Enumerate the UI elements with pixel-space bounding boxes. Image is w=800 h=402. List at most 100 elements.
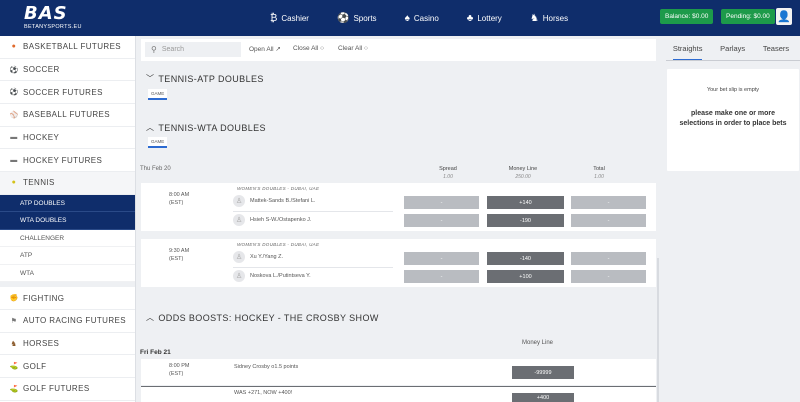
section-title: TENNIS-WTA DOUBLES xyxy=(158,122,266,133)
sidebar-item-hockey[interactable]: ▬ HOCKEY xyxy=(0,127,135,150)
open-all-icon: ↗ xyxy=(275,46,281,53)
spread-odds-button[interactable]: - xyxy=(404,252,479,265)
column-total-sub: 1.00 xyxy=(594,174,604,180)
tab-game[interactable]: GAME xyxy=(148,137,168,148)
horse-icon: ♞ xyxy=(529,12,539,24)
sidebar-item-baseball-futures[interactable]: ⚾ BASEBALL FUTURES xyxy=(0,104,135,127)
column-money-line: Money Line 250.00 xyxy=(493,166,553,180)
sidebar-item-golf-futures[interactable]: ⛳ GOLF FUTURES xyxy=(0,378,135,401)
open-all-label: Open All xyxy=(249,46,274,53)
player-icon: ♙ xyxy=(233,214,245,226)
close-all-link[interactable]: Close All ○ xyxy=(293,45,324,52)
sidebar-item-fighting[interactable]: ✊ FIGHTING xyxy=(0,287,135,310)
open-all-link[interactable]: Open All ↗ xyxy=(249,45,281,53)
sidebar-item-label: AUTO RACING FUTURES xyxy=(23,316,127,326)
sidebar-sub-wta-doubles[interactable]: WTA DOUBLES xyxy=(0,212,135,230)
logo-mark: BAS xyxy=(24,3,68,24)
total-odds-button[interactable]: - xyxy=(571,270,646,283)
section-header-atp-doubles[interactable]: ﹀ TENNIS-ATP DOUBLES xyxy=(146,73,264,84)
event-time-value: 8:00 AM xyxy=(169,192,190,198)
sidebar-item-basketball-futures[interactable]: ● BASKETBALL FUTURES xyxy=(0,36,135,59)
search-input[interactable]: ⚲ Search xyxy=(145,42,241,57)
moneyline-odds-button[interactable]: -190 xyxy=(487,214,564,227)
sidebar-item-label: GOLF FUTURES xyxy=(23,384,90,394)
nav-casino[interactable]: ♠ Casino xyxy=(391,0,453,36)
clear-all-label: Clear All xyxy=(338,45,363,52)
sidebar-item-horses[interactable]: ♞ HORSES xyxy=(0,333,135,356)
sidebar-sub-wta[interactable]: WTA xyxy=(0,265,135,283)
sidebar-sub-atp[interactable]: ATP xyxy=(0,247,135,265)
column-total: Total 1.00 xyxy=(569,166,629,180)
team-1: ♙ Mattek-Sands B./Stefani L. xyxy=(233,195,315,207)
team-2: ♙ Hsieh S-W./Ostapenko J. xyxy=(233,214,311,226)
total-odds-button[interactable]: - xyxy=(571,196,646,209)
tab-straights[interactable]: Straights xyxy=(672,44,703,60)
team-1: ♙ Xu Y./Yang Z. xyxy=(233,251,283,263)
close-all-label: Close All xyxy=(293,45,319,52)
prop-description: Sidney Crosby o1.5 points xyxy=(234,364,299,370)
logo[interactable]: BAS BETANYSPORTS.EU xyxy=(24,4,92,32)
nav-label: Sports xyxy=(353,13,377,23)
sidebar-item-hockey-futures[interactable]: ▬ HOCKEY FUTURES xyxy=(0,149,135,173)
team-2: ♙ Noskova L./Putintseva Y. xyxy=(233,270,311,282)
ball-icon: ⚽ xyxy=(336,12,350,24)
sidebar-item-soccer[interactable]: ⚽ SOCCER xyxy=(0,59,135,82)
clear-all-link[interactable]: Clear All ○ xyxy=(338,45,368,52)
chevron-down-icon: ﹀ xyxy=(146,74,155,83)
sidebar-item-soccer-futures[interactable]: ⚽ SOCCER FUTURES xyxy=(0,81,135,105)
team-2-name: Hsieh S-W./Ostapenko J. xyxy=(250,217,312,223)
nav-sports[interactable]: ⚽ Sports xyxy=(323,0,391,36)
prop-row: 8:00 PM (EST) Sidney Crosby o1.5 points -… xyxy=(141,359,656,385)
moneyline-odds-button[interactable]: -140 xyxy=(487,252,564,265)
sidebar-item-label: TENNIS xyxy=(23,178,55,188)
search-icon: ⚲ xyxy=(151,45,157,54)
sports-sidebar: ● BASKETBALL FUTURES ⚽ SOCCER ⚽ SOCCER FUTU… xyxy=(0,36,136,402)
fighting-icon: ✊ xyxy=(9,295,19,303)
total-odds-button[interactable]: - xyxy=(571,252,646,265)
spread-odds-button[interactable]: - xyxy=(404,214,479,227)
tab-teasers[interactable]: Teasers xyxy=(763,44,789,60)
sidebar-item-label: HOCKEY xyxy=(23,133,60,143)
spread-odds-button[interactable]: - xyxy=(404,196,479,209)
bet-slip-tabs: Straights Parlays Teasers xyxy=(662,44,800,60)
event-time: 8:00 PM (EST) xyxy=(169,362,189,378)
moneyline-odds-button[interactable]: +100 xyxy=(487,270,564,283)
team-1-name: Xu Y./Yang Z. xyxy=(250,254,284,260)
moneyline-odds-button[interactable]: +140 xyxy=(487,196,564,209)
nav-lottery[interactable]: ♣ Lottery xyxy=(453,0,516,36)
total-odds-button[interactable]: - xyxy=(571,214,646,227)
soccer-icon: ⚽ xyxy=(9,66,19,74)
sidebar-item-label: BASEBALL FUTURES xyxy=(23,110,111,120)
nav-horses[interactable]: ♞ Horses xyxy=(516,0,582,36)
bet-slip: Straights Parlays Teasers Your bet slip … xyxy=(662,36,800,402)
sidebar-item-label: BASKETBALL FUTURES xyxy=(23,42,122,52)
tab-game[interactable]: GAME xyxy=(148,89,168,100)
bet-slip-panel: Your bet slip is empty please make one o… xyxy=(667,69,799,171)
column-money-sub: 250.00 xyxy=(515,174,531,180)
event-timezone: (EST) xyxy=(169,256,184,262)
sidebar-item-auto-racing-futures[interactable]: ⚑ AUTO RACING FUTURES xyxy=(0,310,135,333)
top-bar: BAS BETANYSPORTS.EU ₿ Cashier ⚽ Sports ♠ Ca… xyxy=(0,0,800,36)
tab-parlays[interactable]: Parlays xyxy=(720,44,745,60)
moneyline-odds-button[interactable]: -99999 xyxy=(512,366,574,379)
event-time: 9:30 AM (EST) xyxy=(169,247,189,263)
team-2-name: Noskova L./Putintseva Y. xyxy=(250,273,311,279)
section-header-odds-boosts[interactable]: ︿ ODDS BOOSTS: HOCKEY - THE CROSBY SHOW xyxy=(146,312,379,323)
main-content: ⚲ Search Open All ↗ Close All ○ Clear All… xyxy=(136,36,660,402)
basketball-icon: ● xyxy=(11,43,17,51)
pending-button[interactable]: Pending: $0.00 xyxy=(721,9,775,24)
sidebar-item-tennis[interactable]: ● TENNIS xyxy=(0,172,135,195)
section-header-wta-doubles[interactable]: ︿ TENNIS-WTA DOUBLES xyxy=(146,122,266,133)
user-icon[interactable]: 👤 xyxy=(776,8,792,25)
spread-odds-button[interactable]: - xyxy=(404,270,479,283)
moneyline-odds-button[interactable]: +400 xyxy=(512,393,574,402)
sidebar-item-label: SOCCER xyxy=(23,65,60,75)
sidebar-item-golf[interactable]: ⛳ GOLF xyxy=(0,355,135,379)
nav-label: Cashier xyxy=(281,13,309,23)
nav-cashier[interactable]: ₿ Cashier xyxy=(256,0,323,36)
sidebar-sub-challenger[interactable]: CHALLENGER xyxy=(0,230,135,248)
sidebar-sub-atp-doubles[interactable]: ATP DOUBLES xyxy=(0,194,135,213)
balance-button[interactable]: Balance: $0.00 xyxy=(660,9,714,24)
prop-description: WAS +271, NOW +400! xyxy=(234,390,293,396)
lottery-icon: ♣ xyxy=(466,12,474,24)
